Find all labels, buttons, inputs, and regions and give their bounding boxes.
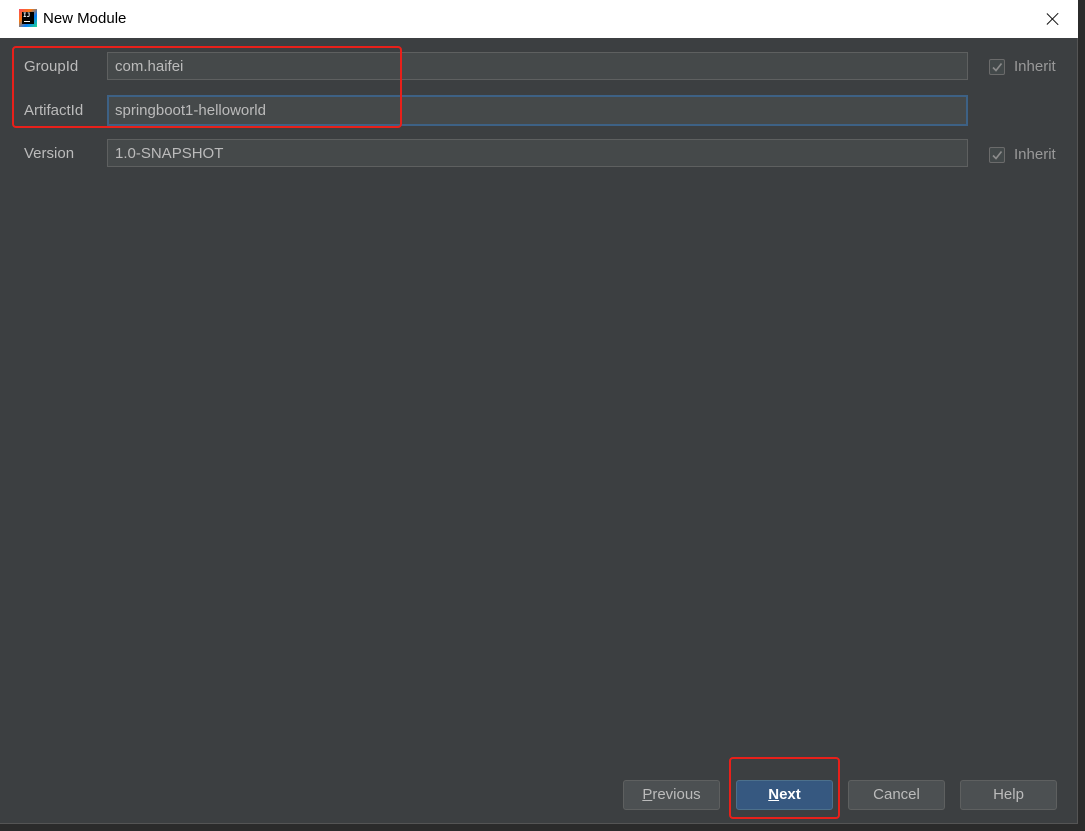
new-module-dialog: IJ New Module GroupId Inherit ArtifactId…: [0, 0, 1078, 824]
highlight-box-group-artifact: [12, 46, 402, 128]
next-button[interactable]: Next: [736, 780, 833, 810]
dialog-title: New Module: [43, 10, 127, 27]
version-label: Version: [24, 145, 75, 162]
previous-label: revious: [652, 786, 701, 803]
next-label: ext: [779, 786, 801, 803]
version-field[interactable]: [107, 139, 968, 167]
group-id-inherit-label: Inherit: [1014, 58, 1056, 75]
intellij-idea-icon: IJ: [19, 9, 37, 27]
title-bar: IJ New Module: [0, 0, 1078, 38]
checkbox-checked-icon: [989, 59, 1005, 75]
previous-button[interactable]: Previous: [623, 780, 720, 810]
next-mnemonic: N: [768, 786, 780, 803]
help-button[interactable]: Help: [960, 780, 1057, 810]
version-inherit-label: Inherit: [1014, 146, 1056, 163]
close-icon[interactable]: [1038, 4, 1068, 34]
cancel-button[interactable]: Cancel: [848, 780, 945, 810]
previous-mnemonic: P: [642, 786, 653, 803]
checkbox-checked-icon: [989, 147, 1005, 163]
